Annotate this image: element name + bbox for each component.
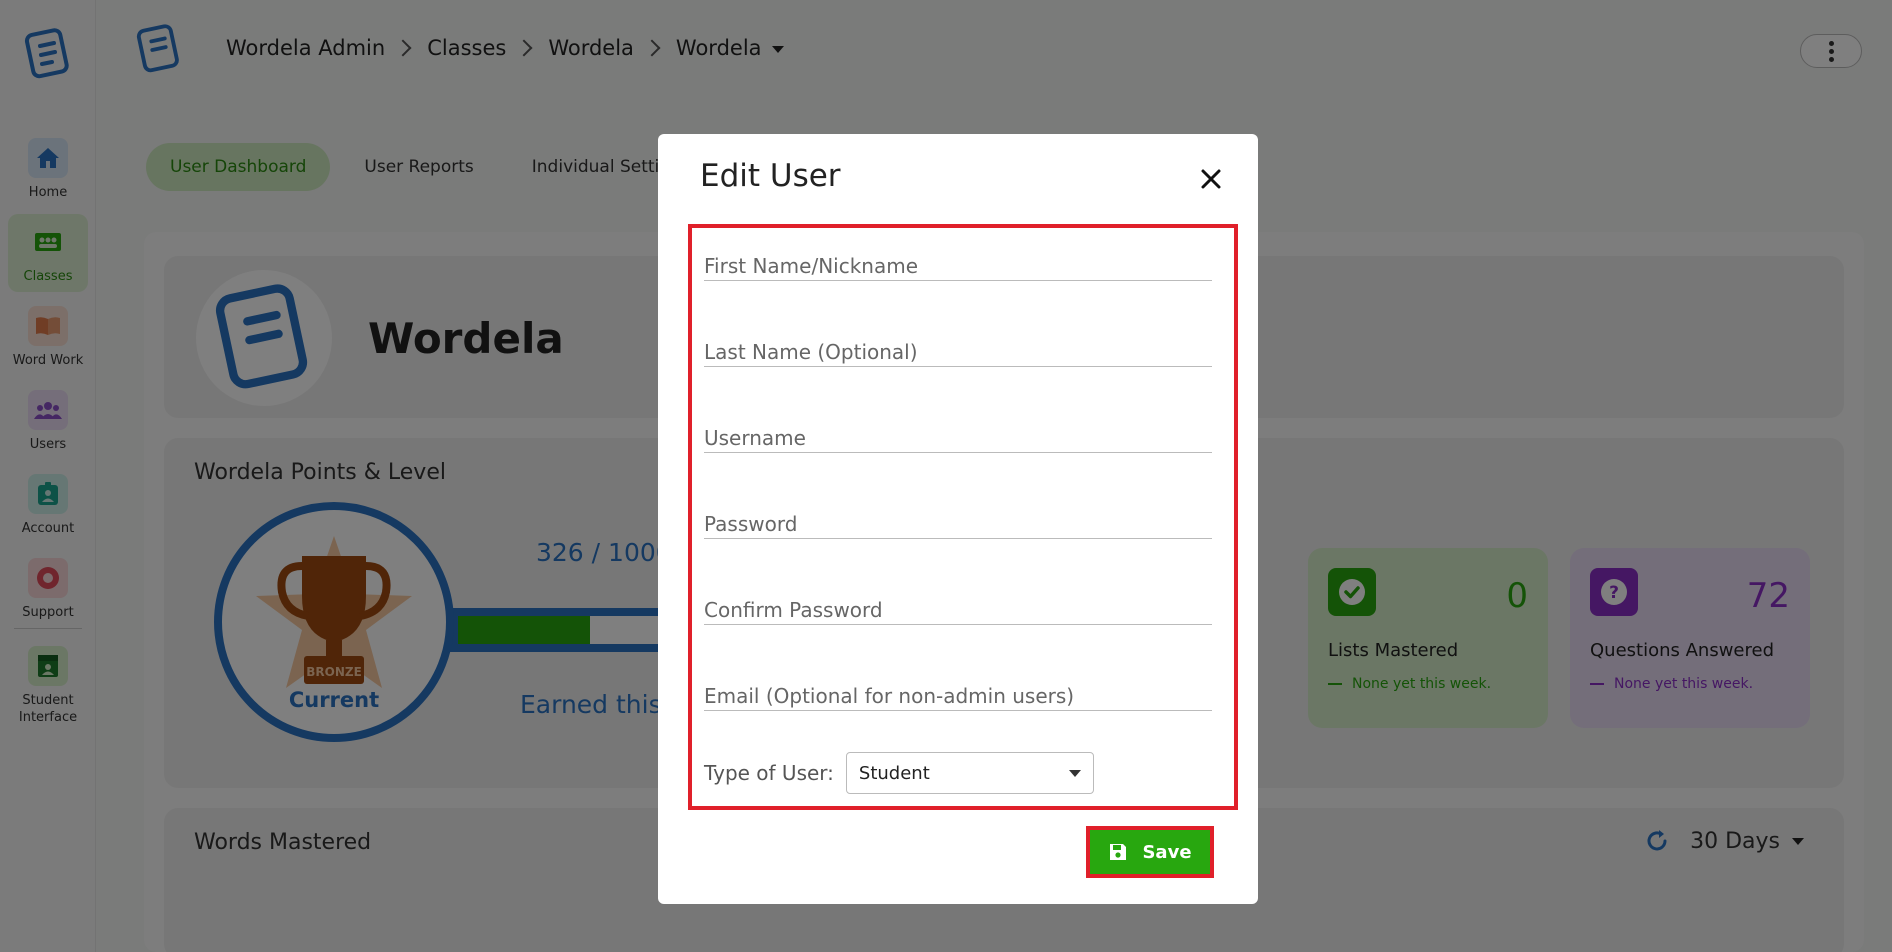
save-button-label: Save xyxy=(1142,841,1192,863)
first-name-field xyxy=(704,254,1212,281)
confirm-password-input[interactable] xyxy=(704,598,1212,622)
confirm-password-field xyxy=(704,598,1212,625)
floppy-disk-icon xyxy=(1110,844,1127,860)
save-button[interactable]: Save xyxy=(1090,830,1210,874)
email-field xyxy=(704,684,1212,711)
email-input[interactable] xyxy=(704,684,1212,708)
user-type-select[interactable]: Student xyxy=(845,752,1094,794)
modal-title: Edit User xyxy=(700,158,841,194)
user-type-row: Type of User: Student xyxy=(704,752,1094,794)
last-name-field xyxy=(704,340,1212,367)
close-icon[interactable] xyxy=(1198,166,1224,192)
username-field xyxy=(704,426,1212,453)
user-type-value: Student xyxy=(858,762,930,784)
edit-user-modal: Edit User Type of User: Student xyxy=(658,134,1258,904)
user-type-label: Type of User: xyxy=(704,761,834,785)
first-name-input[interactable] xyxy=(704,254,1212,278)
last-name-input[interactable] xyxy=(704,340,1212,364)
password-input[interactable] xyxy=(704,512,1212,536)
save-button-highlight: Save xyxy=(1086,826,1214,878)
username-input[interactable] xyxy=(704,426,1212,450)
caret-down-icon xyxy=(1068,769,1081,777)
password-field xyxy=(704,512,1212,539)
user-form: Type of User: Student xyxy=(688,224,1238,810)
